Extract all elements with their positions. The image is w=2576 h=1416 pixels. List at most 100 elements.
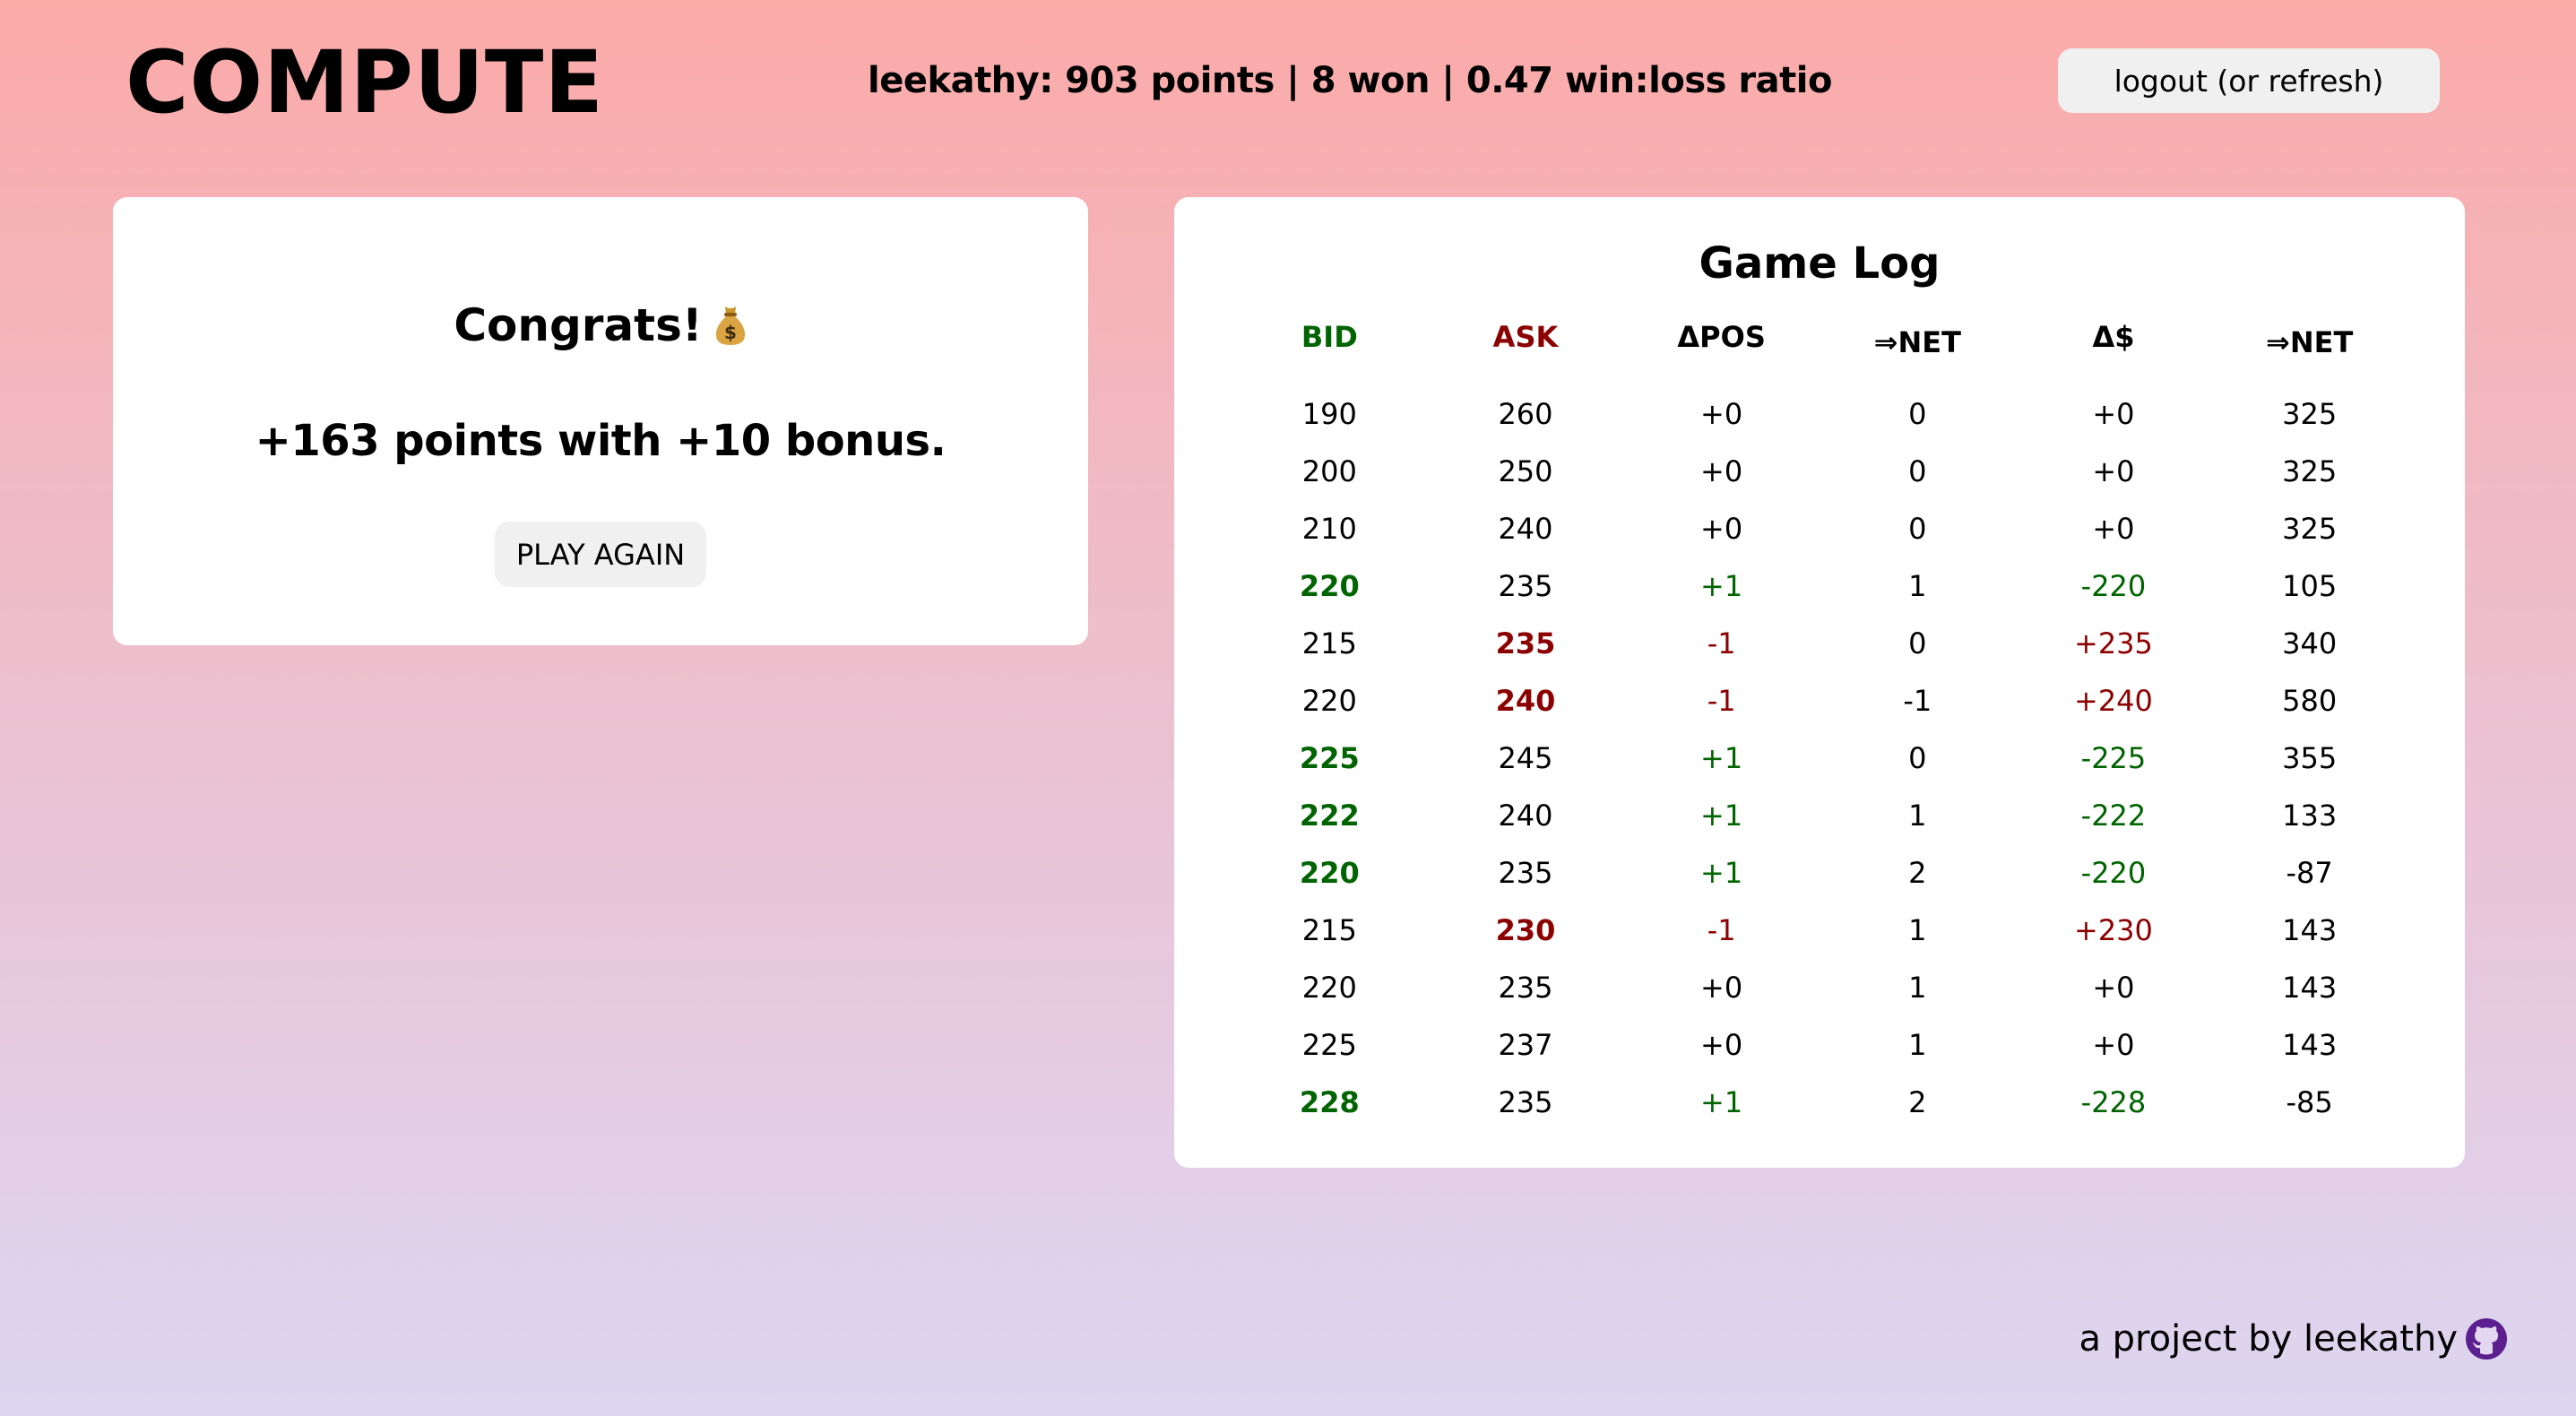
- cell-bid: 220: [1299, 569, 1360, 603]
- cell-delta-cash: +0: [2092, 971, 2135, 1005]
- cell-bid: 222: [1299, 799, 1360, 833]
- cell-delta-position: +0: [1700, 512, 1743, 546]
- cell-bid: 215: [1301, 626, 1357, 661]
- game-log-row: 220 235 +0 1 +0 143: [1232, 959, 2407, 1016]
- cell-net-cash: 143: [2282, 913, 2338, 947]
- cell-ask: 235: [1498, 971, 1553, 1005]
- cell-ask: 260: [1498, 397, 1553, 431]
- cell-delta-cash: -222: [2080, 799, 2147, 833]
- cell-ask: 250: [1498, 454, 1553, 488]
- cell-delta-cash: -225: [2080, 741, 2147, 775]
- cell-ask: 237: [1498, 1028, 1553, 1062]
- cell-net-cash: 105: [2282, 569, 2338, 603]
- cell-net-position: 0: [1908, 454, 1927, 488]
- column-header-delta-cash: Δ$: [2092, 320, 2135, 354]
- cell-ask: 240: [1495, 684, 1556, 718]
- game-log-row: 225 245 +1 0 -225 355: [1232, 730, 2407, 787]
- cell-ask: 235: [1498, 569, 1553, 603]
- cell-ask: 235: [1495, 626, 1556, 661]
- cell-bid: 210: [1301, 512, 1357, 546]
- github-icon[interactable]: [2465, 1317, 2508, 1360]
- cell-delta-position: +0: [1700, 397, 1743, 431]
- cell-net-position: 1: [1908, 1028, 1927, 1062]
- game-log-row: 225 237 +0 1 +0 143: [1232, 1016, 2407, 1074]
- svg-text:$: $: [724, 322, 737, 343]
- cell-delta-position: -1: [1707, 626, 1736, 661]
- cell-delta-position: +0: [1700, 1028, 1743, 1062]
- cell-net-position: 1: [1908, 913, 1927, 947]
- game-log-row: 220 240 -1 -1 +240 580: [1232, 672, 2407, 730]
- cell-delta-position: +1: [1700, 741, 1743, 775]
- cell-delta-position: +0: [1700, 971, 1743, 1005]
- column-header-ask: ASK: [1492, 320, 1559, 354]
- game-log-title: Game Log: [1699, 238, 1941, 289]
- column-header-bid: BID: [1301, 320, 1358, 354]
- game-log-row: 215 235 -1 0 +235 340: [1232, 615, 2407, 672]
- cell-net-position: 0: [1908, 397, 1927, 431]
- cell-net-cash: 143: [2282, 1028, 2338, 1062]
- cell-net-cash: -85: [2286, 1085, 2333, 1119]
- column-header-net-cash: ⇒NET: [2266, 325, 2354, 359]
- cell-net-position: 1: [1908, 799, 1927, 833]
- cell-bid: 200: [1301, 454, 1357, 488]
- cell-net-cash: -87: [2286, 856, 2333, 890]
- user-stats: leekathy: 903 points | 8 won | 0.47 win:…: [868, 60, 1832, 101]
- cell-net-position: 0: [1908, 512, 1927, 546]
- game-log-row: 222 240 +1 1 -222 133: [1232, 787, 2407, 844]
- cell-net-position: 0: [1908, 741, 1927, 775]
- cell-delta-cash: +0: [2092, 397, 2135, 431]
- footer-credit-text: a project by leekathy: [2079, 1318, 2458, 1360]
- cell-delta-cash: -228: [2080, 1085, 2147, 1119]
- footer: a project by leekathy: [2079, 1314, 2508, 1364]
- cell-delta-position: -1: [1707, 913, 1736, 947]
- cell-net-cash: 580: [2282, 684, 2338, 718]
- cell-net-cash: 325: [2282, 454, 2338, 488]
- cell-net-cash: 340: [2282, 626, 2338, 661]
- cell-ask: 240: [1498, 799, 1553, 833]
- cell-net-position: 1: [1908, 971, 1927, 1005]
- cell-bid: 225: [1301, 1028, 1357, 1062]
- cell-ask: 240: [1498, 512, 1553, 546]
- game-log-row: 200 250 +0 0 +0 325: [1232, 443, 2407, 500]
- game-log-body: 190 260 +0 0 +0 325 200 250 +0 0 +0 325 210 240 +0 0 +0 3…: [1232, 369, 2407, 1131]
- points-earned-text: +163 points with +10 bonus.: [255, 416, 947, 466]
- cell-bid: 215: [1301, 913, 1357, 947]
- cell-bid: 228: [1299, 1085, 1360, 1119]
- cell-delta-cash: +240: [2074, 684, 2153, 718]
- cell-delta-position: +1: [1700, 799, 1743, 833]
- cell-net-cash: 355: [2282, 741, 2338, 775]
- cell-net-cash: 325: [2282, 512, 2338, 546]
- result-heading: Congrats! $: [113, 294, 1088, 357]
- cell-net-cash: 325: [2282, 397, 2338, 431]
- cell-net-position: -1: [1903, 684, 1932, 718]
- cell-ask: 235: [1498, 856, 1553, 890]
- cell-net-cash: 133: [2282, 799, 2338, 833]
- game-log-row: 190 260 +0 0 +0 325: [1232, 385, 2407, 443]
- logout-button[interactable]: logout (or refresh): [2058, 48, 2440, 113]
- cell-ask: 235: [1498, 1085, 1553, 1119]
- cell-delta-cash: +0: [2092, 1028, 2135, 1062]
- result-card: Congrats! $ +163 points with +10 bonus. …: [113, 197, 1088, 645]
- game-log-row: 220 235 +1 2 -220 -87: [1232, 844, 2407, 902]
- cell-net-position: 2: [1908, 856, 1927, 890]
- game-log-row: 215 230 -1 1 +230 143: [1232, 902, 2407, 959]
- cell-bid: 190: [1301, 397, 1357, 431]
- game-log-row: 210 240 +0 0 +0 325: [1232, 500, 2407, 557]
- cell-delta-position: +1: [1700, 856, 1743, 890]
- cell-ask: 245: [1498, 741, 1553, 775]
- cell-delta-cash: -220: [2080, 856, 2147, 890]
- cell-delta-position: -1: [1707, 684, 1736, 718]
- cell-bid: 220: [1301, 971, 1357, 1005]
- cell-net-position: 1: [1908, 569, 1927, 603]
- cell-bid: 220: [1301, 684, 1357, 718]
- cell-net-cash: 143: [2282, 971, 2338, 1005]
- cell-delta-cash: +0: [2092, 454, 2135, 488]
- column-header-net-position: ⇒NET: [1873, 325, 1961, 359]
- column-header-delta-position: ΔPOS: [1677, 320, 1766, 354]
- cell-delta-cash: +235: [2074, 626, 2153, 661]
- cell-ask: 230: [1495, 913, 1556, 947]
- play-again-button[interactable]: PLAY AGAIN: [495, 522, 706, 587]
- cell-delta-cash: +0: [2092, 512, 2135, 546]
- cell-delta-position: +1: [1700, 1085, 1743, 1119]
- cell-delta-position: +1: [1700, 569, 1743, 603]
